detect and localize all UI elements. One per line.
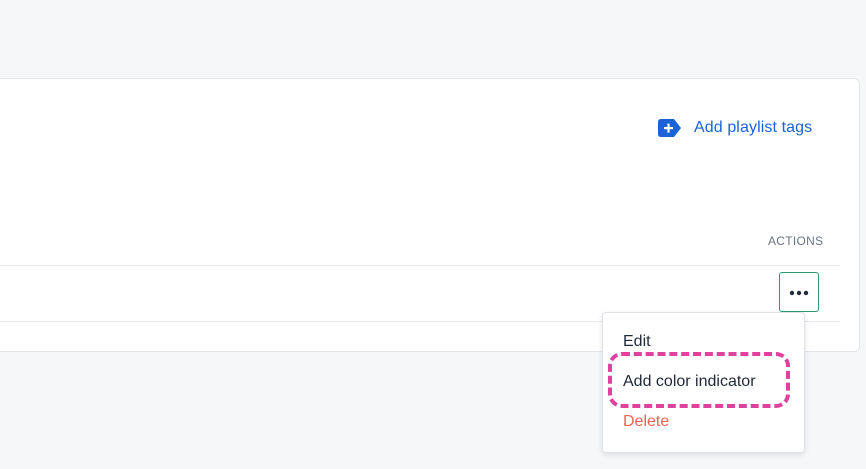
add-playlist-tags-button[interactable]: Add playlist tags (658, 118, 812, 138)
actions-column-header: ACTIONS (768, 234, 824, 248)
tag-plus-icon (658, 118, 682, 138)
add-playlist-tags-label: Add playlist tags (694, 119, 813, 136)
menu-item-add-color-indicator[interactable]: Add color indicator (623, 373, 756, 391)
more-horizontal-icon (789, 283, 809, 301)
actions-dropdown-menu: Edit Add color indicator Delete (602, 312, 805, 453)
row-actions-button[interactable] (779, 272, 819, 312)
menu-item-edit[interactable]: Edit (623, 333, 651, 351)
row-divider (0, 265, 840, 266)
menu-item-delete[interactable]: Delete (623, 413, 669, 431)
